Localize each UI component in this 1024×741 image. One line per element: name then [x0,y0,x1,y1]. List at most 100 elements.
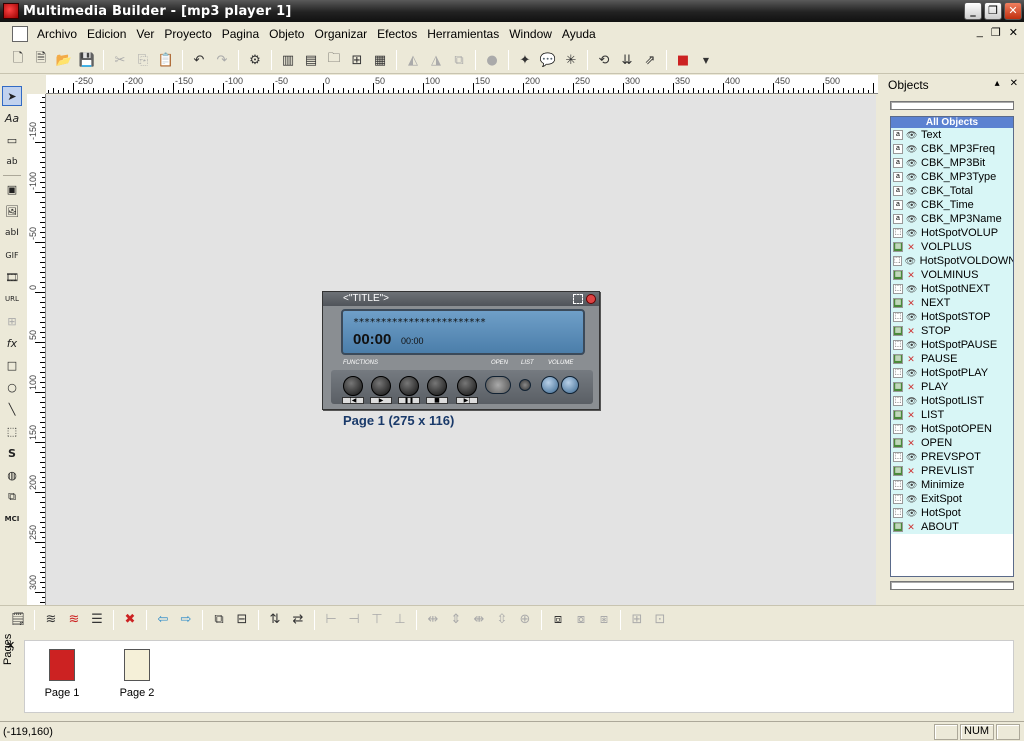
page-thumbnail[interactable]: Page 1 [27,649,97,699]
menu-ayuda[interactable]: Ayuda [557,24,601,44]
object-filter-field[interactable] [890,101,1014,110]
hidden-x-icon[interactable]: ✕ [906,298,916,308]
sparkle-icon[interactable]: ✳ [561,50,581,70]
table-tool-icon[interactable]: ⊞ [2,311,22,331]
menu-ver[interactable]: Ver [131,24,159,44]
list-button[interactable] [519,379,531,391]
delete-icon[interactable]: ✖ [120,610,140,630]
object-row[interactable]: ⬚ 👁 HotSpotOPEN [891,422,1013,436]
object-row[interactable]: ▦ ✕ OPEN [891,436,1013,450]
eye-icon[interactable]: 👁 [906,284,917,294]
object-row[interactable]: ⬚ 👁 HotSpotVOLUP [891,226,1013,240]
object-row[interactable]: ▦ ✕ VOLMINUS [891,268,1013,282]
save-icon[interactable]: 💾 [77,50,97,70]
object-properties-field[interactable] [890,581,1014,590]
align-top-icon[interactable]: ⊤ [367,610,387,630]
eye-icon[interactable]: 👁 [906,214,917,224]
undo-icon[interactable]: ↶ [189,50,209,70]
run-icon[interactable]: ⇗ [640,50,660,70]
eye-icon[interactable]: 👁 [906,228,917,238]
pages-tab-label[interactable]: Pages [2,634,14,665]
hidden-x-icon[interactable]: ✕ [906,326,916,336]
project-settings-icon[interactable]: ⚙ [245,50,265,70]
eye-icon[interactable]: 👁 [906,340,917,350]
mdi-minimize-button[interactable]: _ [977,26,983,39]
menu-herramientas[interactable]: Herramientas [422,24,504,44]
restore-button[interactable]: ❐ [984,2,1002,20]
menu-archivo[interactable]: Archivo [32,24,82,44]
mdi-close-button[interactable]: ✕ [1009,26,1018,39]
cube-icon[interactable]: ■ [673,50,693,70]
eye-icon[interactable]: 👁 [906,368,917,378]
select-arrow-icon[interactable]: ➤ [2,86,22,106]
eye-icon[interactable]: 👁 [905,256,916,266]
document-icon[interactable] [12,26,28,42]
function-tool-icon[interactable]: fx [2,333,22,353]
bitmap-button-icon[interactable]: ▣ [2,179,22,199]
sort-icon[interactable]: ⇅ [265,610,285,630]
mci-tool-icon[interactable]: MCI [2,509,22,529]
arrow-left-icon[interactable]: ⇦ [153,610,173,630]
same-width-icon[interactable]: ⧈ [548,610,568,630]
design-canvas[interactable]: <"TITLE"> ************************ 00:00… [46,95,876,605]
same-size-icon[interactable]: ⧆ [594,610,614,630]
hidden-x-icon[interactable]: ✕ [906,410,916,420]
align-center-icon[interactable]: ⊣ [344,610,364,630]
arrow-right-icon[interactable]: ⇨ [176,610,196,630]
play-button[interactable] [371,376,391,396]
hidden-x-icon[interactable]: ✕ [906,466,916,476]
eye-icon[interactable]: 👁 [906,172,917,182]
list-view-icon[interactable]: ☰ [87,610,107,630]
script-tool-icon[interactable]: S [2,443,22,463]
cut-icon[interactable]: ✂ [110,50,130,70]
object-row[interactable]: ▦ ✕ PLAY [891,380,1013,394]
new-file-icon[interactable]: 🗋 [8,50,28,70]
grid-icon[interactable]: ▦ [370,50,390,70]
object-row[interactable]: a 👁 CBK_MP3Freq [891,142,1013,156]
object-row[interactable]: ▦ ✕ LIST [891,408,1013,422]
textbox-tool-icon[interactable]: ▭ [2,130,22,150]
record-icon[interactable]: ● [482,50,502,70]
pause-button[interactable] [399,376,419,396]
volume-up-button[interactable] [561,376,579,394]
align-bottom-icon[interactable]: ⊥ [390,610,410,630]
mdi-restore-button[interactable]: ❐ [991,26,1001,39]
menu-objeto[interactable]: Objeto [264,24,309,44]
minimize-button[interactable]: _ [964,2,982,20]
object-row[interactable]: ⬚ 👁 HotSpotSTOP [891,310,1013,324]
object-row[interactable]: ⬚ 👁 PREVSPOT [891,450,1013,464]
mp3-player-page[interactable]: <"TITLE"> ************************ 00:00… [322,291,600,410]
object-row[interactable]: ⬚ 👁 HotSpotLIST [891,394,1013,408]
space-h-icon[interactable]: ⇼ [469,610,489,630]
hidden-x-icon[interactable]: ✕ [906,270,916,280]
eye-icon[interactable]: 👁 [906,480,917,490]
eye-icon[interactable]: 👁 [906,312,917,322]
chevron-down-icon[interactable]: ▼ [696,50,716,70]
menu-proyecto[interactable]: Proyecto [159,24,216,44]
plugin-tool-icon[interactable]: ⧉ [2,487,22,507]
video-tool-icon[interactable]: 🎞 [2,267,22,287]
eye-icon[interactable]: 👁 [906,424,917,434]
same-height-icon[interactable]: ⧇ [571,610,591,630]
snap-grid-icon[interactable]: ⊡ [650,610,670,630]
order-icon[interactable]: ⇄ [288,610,308,630]
layers-icon[interactable]: ≋ [41,610,61,630]
object-row[interactable]: ▦ ✕ STOP [891,324,1013,338]
next-button[interactable] [457,376,477,396]
eye-icon[interactable]: 👁 [906,452,917,462]
gif-tool-icon[interactable]: GIF [2,245,22,265]
page-properties-icon[interactable]: 🗒 [8,610,28,630]
copy-icon[interactable]: ⎘ [133,50,153,70]
hidden-x-icon[interactable]: ✕ [906,354,916,364]
eye-icon[interactable]: 👁 [906,508,917,518]
hidden-x-icon[interactable]: ✕ [906,242,916,252]
open-eject-button[interactable] [485,376,511,394]
eye-icon[interactable]: 👁 [906,186,917,196]
prev-button[interactable] [343,376,363,396]
object-row[interactable]: a 👁 CBK_MP3Bit [891,156,1013,170]
image-tool-icon[interactable]: 🖼 [2,201,22,221]
object-row[interactable]: ⬚ 👁 HotSpotVOLDOWN [891,254,1013,268]
space-v-icon[interactable]: ⇳ [492,610,512,630]
object-row[interactable]: ▦ ✕ ABOUT [891,520,1013,534]
object-row[interactable]: a 👁 Text [891,128,1013,142]
